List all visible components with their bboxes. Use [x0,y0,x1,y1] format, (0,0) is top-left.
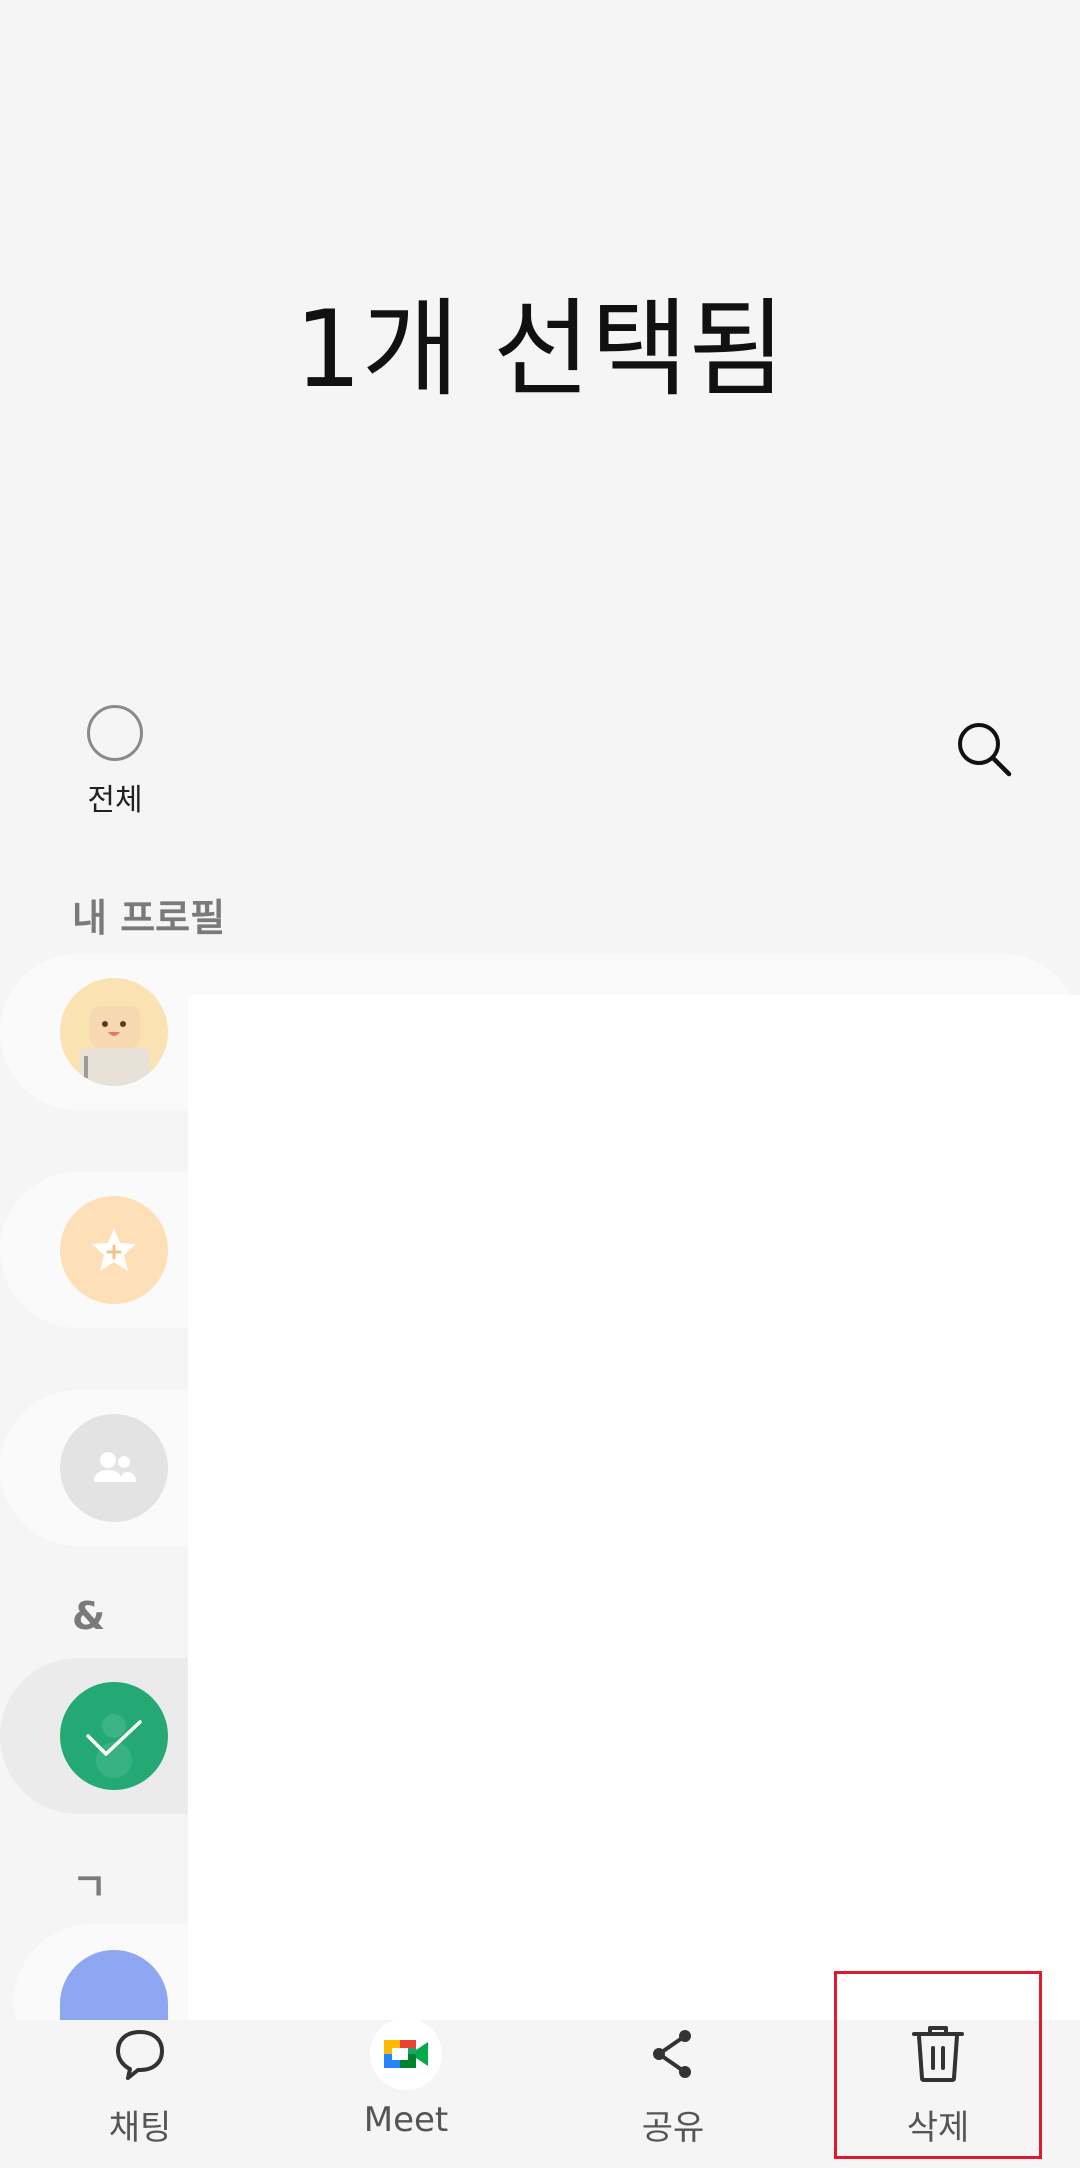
delete-highlight-box [834,1971,1042,2159]
meet-icon [331,2018,481,2090]
section-header-ampersand: & [72,1594,106,1638]
share-label: 공유 [641,2108,705,2148]
selection-count-title: 1개 선택됨 [294,288,786,411]
section-header-giyeok: ㄱ [72,1865,107,1909]
section-header-my-profile: 내 프로필 [72,896,226,940]
favorites-star-icon [60,1196,168,1304]
select-all-label: 전체 [87,783,143,818]
chat-bubble-icon [65,2022,215,2086]
avatar [60,978,168,1086]
share-icon [598,2022,748,2086]
search-icon[interactable] [955,720,1015,780]
chat-button[interactable]: 채팅 [65,2022,215,2149]
share-button[interactable]: 공유 [598,2022,748,2149]
meet-button[interactable]: Meet [331,2018,481,2140]
selected-check-icon[interactable] [60,1682,168,1790]
select-all-checkbox[interactable] [87,705,143,761]
group-icon [60,1414,168,1522]
meet-label: Meet [363,2100,449,2140]
content-mask [188,995,1080,2025]
select-all-toggle[interactable]: 전체 [80,705,150,819]
chat-label: 채팅 [108,2108,172,2148]
